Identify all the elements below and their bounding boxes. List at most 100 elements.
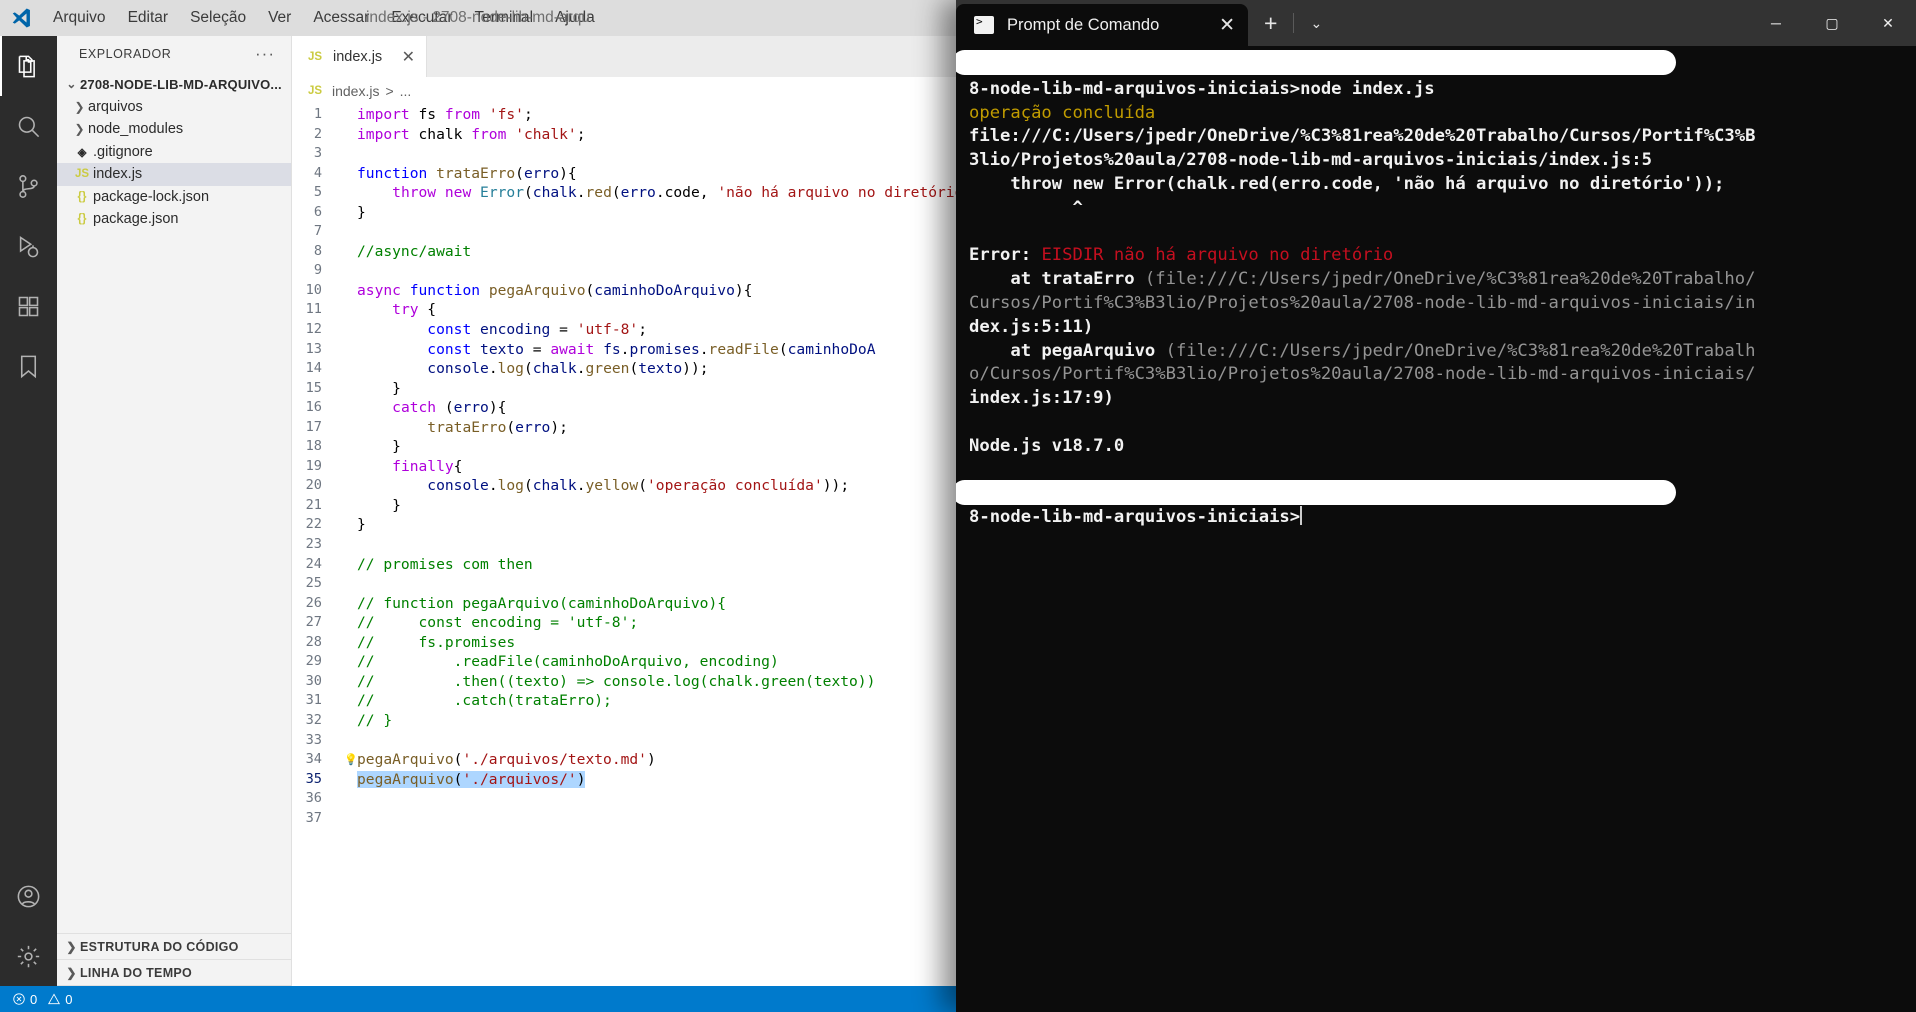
- tree-item-package-json[interactable]: {} package.json: [57, 208, 291, 231]
- menu-ver[interactable]: Ver: [257, 0, 302, 36]
- code-line[interactable]: 34 💡 pegaArquivo('./arquivos/texto.md'): [292, 750, 956, 770]
- code-line[interactable]: 27 // const encoding = 'utf-8';: [292, 613, 956, 633]
- tree-item-node-modules[interactable]: ❯ node_modules: [57, 118, 291, 141]
- more-actions-icon[interactable]: ···: [255, 44, 283, 64]
- code-token: // .readFile(caminhoDoArquivo, encoding): [357, 653, 779, 671]
- code-line[interactable]: 7: [292, 222, 956, 242]
- menu-acessar[interactable]: Acessar: [302, 0, 380, 36]
- code-token: texto: [480, 340, 524, 358]
- menu-bar[interactable]: Arquivo Editar Seleção Ver Acessar Execu…: [42, 0, 606, 36]
- js-icon: JS: [307, 50, 323, 63]
- code-line[interactable]: 35 pegaArquivo('./arquivos/'): [292, 770, 956, 790]
- code-line[interactable]: 28 // fs.promises: [292, 633, 956, 653]
- code-line[interactable]: 24 // promises com then: [292, 555, 956, 575]
- code-line[interactable]: 33: [292, 731, 956, 751]
- vscode-logo-icon: [0, 7, 42, 29]
- terminal-text: at pegaArquivo: [969, 340, 1166, 361]
- breadcrumb-more[interactable]: ...: [400, 83, 412, 99]
- bookmark-icon[interactable]: [0, 336, 57, 396]
- close-icon[interactable]: ✕: [392, 47, 415, 67]
- terminal-tab-prompt-de-comando[interactable]: Prompt de Comando ✕: [956, 4, 1248, 46]
- source-control-icon[interactable]: [0, 156, 57, 216]
- code-line[interactable]: 21 }: [292, 496, 956, 516]
- code-line[interactable]: 36: [292, 789, 956, 809]
- maximize-button[interactable]: ▢: [1804, 0, 1860, 46]
- code-token: }: [392, 379, 401, 397]
- code-line[interactable]: 17 trataErro(erro);: [292, 418, 956, 438]
- extensions-icon[interactable]: [0, 276, 57, 336]
- code-line[interactable]: 6}: [292, 203, 956, 223]
- code-token: // .then((texto) => console.log(chalk.gr…: [357, 672, 876, 690]
- menu-executar[interactable]: Executar: [380, 0, 463, 36]
- code-editor[interactable]: 1 import fs from 'fs'; 2 import chalk from …: [292, 105, 956, 986]
- code-line[interactable]: 8 //async/await: [292, 242, 956, 262]
- menu-arquivo[interactable]: Arquivo: [42, 0, 117, 36]
- code-line[interactable]: 20 console.log(chalk.yellow('operação co…: [292, 476, 956, 496]
- code-line[interactable]: 19 finally{: [292, 457, 956, 477]
- code-line[interactable]: 37: [292, 809, 956, 829]
- code-line[interactable]: 2 import chalk from 'chalk';: [292, 125, 956, 145]
- code-token: // }: [357, 711, 393, 729]
- code-token: 'fs': [488, 106, 524, 123]
- code-line[interactable]: 1 import fs from 'fs';: [292, 105, 956, 125]
- line-number: 21: [305, 496, 322, 513]
- code-line[interactable]: 11 try {: [292, 300, 956, 320]
- status-problems[interactable]: 0 0: [8, 992, 76, 1007]
- tree-item-package-lock-json[interactable]: {} package-lock.json: [57, 186, 291, 209]
- menu-terminal[interactable]: Terminal: [464, 0, 545, 36]
- line-number: 7: [313, 223, 322, 240]
- account-icon[interactable]: [0, 866, 57, 926]
- line-number: 28: [305, 633, 322, 650]
- lightbulb-icon[interactable]: 💡: [344, 750, 358, 770]
- code-line[interactable]: 26 // function pegaArquivo(caminhoDoArqui…: [292, 594, 956, 614]
- code-token: // function pegaArquivo(caminhoDoArquivo…: [357, 594, 727, 612]
- terminal-output[interactable]: Projetos aula\2708-node-lib-md-arquivos-…: [956, 46, 1916, 1012]
- editor-tab-index-js[interactable]: JS index.js ✕: [292, 36, 427, 77]
- code-line-text: }: [344, 496, 401, 516]
- code-line[interactable]: 23: [292, 535, 956, 555]
- code-line[interactable]: 15 }: [292, 379, 956, 399]
- settings-gear-icon[interactable]: [0, 926, 57, 986]
- code-line-text: }: [344, 515, 366, 535]
- menu-editar[interactable]: Editar: [117, 0, 180, 36]
- panel-linha-do-tempo[interactable]: ❯ LINHA DO TEMPO: [57, 960, 291, 986]
- explorer-icon[interactable]: [0, 36, 57, 96]
- line-number: 3: [313, 145, 322, 162]
- code-line[interactable]: 12 const encoding = 'utf-8';: [292, 320, 956, 340]
- code-line[interactable]: 5 throw new Error(chalk.red(erro.code, '…: [292, 183, 956, 203]
- menu-ajuda[interactable]: Ajuda: [544, 0, 606, 36]
- close-button[interactable]: ✕: [1860, 0, 1916, 46]
- breadcrumb-file[interactable]: index.js: [332, 83, 379, 99]
- tree-item-gitignore[interactable]: ◈ .gitignore: [57, 141, 291, 164]
- close-icon[interactable]: ✕: [1199, 14, 1235, 37]
- tree-item-arquivos[interactable]: ❯ arquivos: [57, 96, 291, 119]
- tree-root-folder[interactable]: ⌄ 2708-NODE-LIB-MD-ARQUIVO...: [57, 73, 291, 96]
- line-number: 1: [313, 106, 322, 122]
- code-line[interactable]: 30 // .then((texto) => console.log(chalk.…: [292, 672, 956, 692]
- terminal-line: 8-node-lib-md-arquivos-iniciais>node ind…: [969, 78, 1916, 102]
- code-line[interactable]: 29 // .readFile(caminhoDoArquivo, encodin…: [292, 652, 956, 672]
- minimize-button[interactable]: ─: [1748, 0, 1804, 46]
- breadcrumb[interactable]: JS index.js > ...: [292, 77, 956, 105]
- code-line[interactable]: 31 // .catch(trataErro);: [292, 691, 956, 711]
- search-icon[interactable]: [0, 96, 57, 156]
- code-line[interactable]: 3: [292, 144, 956, 164]
- code-line[interactable]: 9: [292, 261, 956, 281]
- code-line[interactable]: 18 }: [292, 437, 956, 457]
- code-line[interactable]: 14 console.log(chalk.green(texto));: [292, 359, 956, 379]
- chevron-down-icon[interactable]: ⌄: [1294, 0, 1338, 46]
- menu-selecao[interactable]: Seleção: [179, 0, 257, 36]
- new-tab-button[interactable]: +: [1248, 0, 1293, 46]
- tree-item-index-js[interactable]: JS index.js: [57, 163, 291, 186]
- code-line[interactable]: 22}: [292, 515, 956, 535]
- line-number: 31: [305, 692, 322, 709]
- code-line[interactable]: 4 function trataErro(erro){: [292, 164, 956, 184]
- code-line[interactable]: 13 const texto = await fs.promises.readF…: [292, 340, 956, 360]
- code-token: await: [550, 340, 595, 358]
- panel-estrutura-do-codigo[interactable]: ❯ ESTRUTURA DO CÓDIGO: [57, 934, 291, 960]
- code-line[interactable]: 32 // }: [292, 711, 956, 731]
- code-line[interactable]: 10 async function pegaArquivo(caminhoDoAr…: [292, 281, 956, 301]
- code-line[interactable]: 16 catch (erro){: [292, 398, 956, 418]
- code-line[interactable]: 25: [292, 574, 956, 594]
- run-debug-icon[interactable]: [0, 216, 57, 276]
